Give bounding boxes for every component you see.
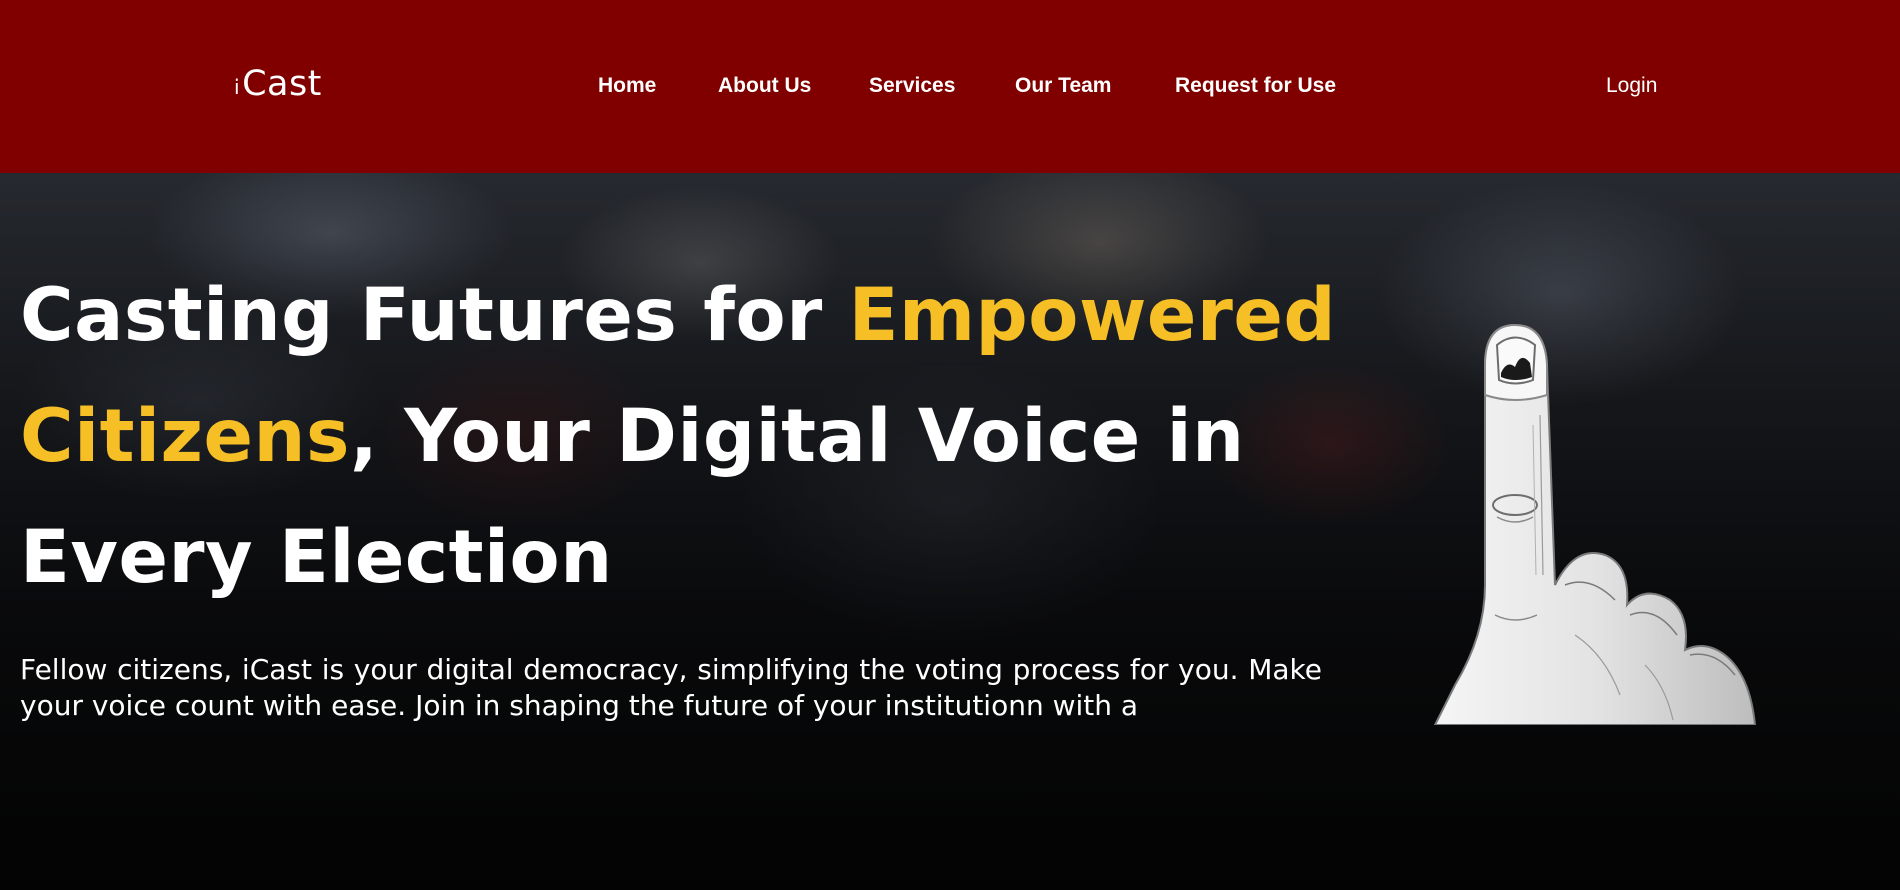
- logo-ink-icon: i: [234, 75, 241, 99]
- logo-text: Cast: [242, 64, 322, 104]
- top-navbar: i Cast Home About Us Services Our Team R…: [0, 0, 1900, 173]
- headline-accent-2: Citizens: [20, 394, 350, 479]
- nav-link-about-us[interactable]: About Us: [718, 74, 811, 98]
- login-link[interactable]: Login: [1606, 74, 1657, 98]
- site-logo[interactable]: i Cast: [234, 62, 322, 106]
- headline-accent-1: Empowered: [848, 273, 1337, 358]
- nav-link-home[interactable]: Home: [598, 74, 656, 98]
- hero-description: Fellow citizens, iCast is your digital d…: [20, 653, 1322, 722]
- nav-link-services[interactable]: Services: [869, 74, 955, 98]
- headline-part-1: Casting Futures for: [20, 273, 849, 358]
- nav-link-our-team[interactable]: Our Team: [1015, 74, 1111, 98]
- nav-link-request-for-use[interactable]: Request for Use: [1175, 74, 1336, 98]
- inked-finger-illustration: [1433, 323, 1757, 725]
- hero-headline: Casting Futures for Empowered Citizens, Y…: [20, 255, 1360, 618]
